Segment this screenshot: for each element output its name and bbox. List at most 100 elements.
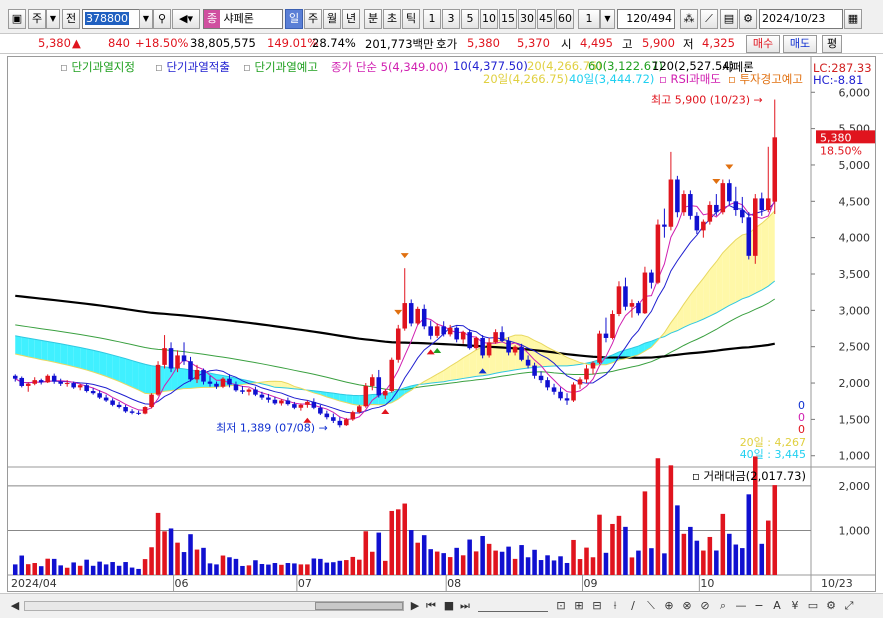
step-dropdown-icon[interactable]: ▼ bbox=[600, 9, 615, 29]
stock-code-input[interactable]: 378800 bbox=[82, 9, 140, 29]
volume: 38,805,575 bbox=[190, 36, 256, 50]
signal-arrow-icon bbox=[433, 347, 442, 353]
volume-bar bbox=[331, 562, 336, 575]
rewind-icon[interactable]: ⏮ bbox=[424, 598, 438, 614]
fork-tool-icon[interactable]: ¥ bbox=[788, 598, 802, 614]
buy-button[interactable]: 매수 bbox=[746, 35, 780, 53]
legend-item[interactable]: 20일(4,266.75) bbox=[483, 71, 568, 87]
date-field[interactable]: 2024/10/23 bbox=[759, 9, 843, 29]
price-tick-label: 4,000 bbox=[839, 232, 871, 245]
candle-body bbox=[253, 389, 258, 395]
hline-tool-icon[interactable]: — bbox=[734, 598, 748, 614]
stock-name-field[interactable]: 종 샤페론 bbox=[203, 9, 283, 29]
legend-item[interactable]: 종가 단순 5(4,349.00) bbox=[331, 59, 448, 75]
candle-body bbox=[363, 385, 369, 407]
candle-body bbox=[649, 272, 654, 283]
scroll-right-icon[interactable]: ▶ bbox=[408, 598, 422, 614]
band-segment bbox=[67, 344, 74, 367]
save-icon[interactable]: ▤ bbox=[720, 9, 738, 29]
top-toolbar: ▣ 주 ▼ 전 378800 ▼ ⚲ ◀▾ 종 샤페론 일주월년분초틱 1351… bbox=[0, 0, 883, 34]
calendar-icon[interactable]: ▦ bbox=[844, 9, 862, 29]
code-dropdown-icon[interactable]: ▼ bbox=[139, 9, 153, 29]
box2-tool-icon[interactable]: ▭ bbox=[806, 598, 820, 614]
step-field[interactable]: 1 bbox=[578, 9, 600, 29]
search-icon[interactable]: ⚲ bbox=[153, 9, 171, 29]
volume-bar bbox=[681, 533, 687, 575]
period-button-4[interactable]: 분 bbox=[364, 9, 382, 29]
candle-body bbox=[675, 179, 680, 213]
volume-bar bbox=[649, 548, 654, 575]
legend-item[interactable]: ▫ RSI과매도 bbox=[659, 71, 721, 87]
expand-tool-icon[interactable]: ⤢ bbox=[842, 598, 856, 614]
prev-button[interactable]: 전 bbox=[62, 9, 80, 29]
volume-bar bbox=[25, 564, 31, 575]
sell-button[interactable]: 매도 bbox=[783, 35, 817, 53]
signal-arrow-icon bbox=[400, 253, 409, 259]
candle-body bbox=[220, 378, 226, 387]
legend-item[interactable]: ▫ 단기과열예고 bbox=[243, 59, 318, 75]
fib-tool-icon[interactable]: ⟊ bbox=[608, 598, 622, 614]
draw-tool-icon[interactable]: ⟋ bbox=[700, 9, 718, 29]
interval-button-60[interactable]: 60 bbox=[556, 9, 574, 29]
zoom-tool-icon[interactable]: ⌕ bbox=[716, 598, 730, 614]
interval-button-15[interactable]: 15 bbox=[499, 9, 517, 29]
candle-body bbox=[149, 394, 154, 408]
legend-item[interactable]: ▫ 단기과열적출 bbox=[155, 59, 230, 75]
max-price-label: 최고 5,900 (10/23) → bbox=[651, 94, 763, 107]
circle-tool-icon[interactable]: ⊗ bbox=[680, 598, 694, 614]
rect-tool-icon[interactable]: ⊟ bbox=[590, 598, 604, 614]
chart-area[interactable]: 6,000 5,500 5,000 4,500 4,000 3,500 3,000 2,500… bbox=[7, 56, 876, 592]
period-button-2[interactable]: 월 bbox=[323, 9, 341, 29]
candle-body bbox=[434, 326, 440, 336]
volume-bar bbox=[765, 520, 771, 575]
scroll-left-icon[interactable]: ◀ bbox=[8, 598, 22, 614]
stop-icon[interactable]: ■ bbox=[442, 598, 456, 614]
interval-button-30[interactable]: 30 bbox=[518, 9, 536, 29]
candle-count-field[interactable]: 120/494 bbox=[617, 9, 675, 29]
gear-icon[interactable]: ⚙ bbox=[739, 9, 757, 29]
bid-label: 호가 bbox=[436, 37, 458, 51]
period-button-0[interactable]: 일 bbox=[285, 9, 303, 29]
interval-button-10[interactable]: 10 bbox=[480, 9, 498, 29]
candle-body bbox=[727, 183, 732, 202]
minus-icon[interactable]: − bbox=[752, 598, 766, 614]
interval-button-45[interactable]: 45 bbox=[537, 9, 555, 29]
market-button[interactable]: 주 bbox=[28, 9, 46, 29]
sound-icon[interactable]: ◀▾ bbox=[172, 9, 200, 29]
legend-item[interactable]: ▫ 투자경고예고 bbox=[728, 71, 803, 87]
period-button-6[interactable]: 틱 bbox=[402, 9, 420, 29]
grid-icon[interactable]: ⁂ bbox=[680, 9, 698, 29]
window-menu-icon[interactable]: ▣ bbox=[8, 9, 26, 29]
line-tool-icon[interactable]: ∕ bbox=[626, 598, 640, 614]
forward-icon[interactable]: ⏭ bbox=[458, 598, 472, 614]
market-dropdown-icon[interactable]: ▼ bbox=[46, 9, 60, 29]
ask-price: 5,380 bbox=[467, 36, 500, 50]
period-button-3[interactable]: 년 bbox=[342, 9, 360, 29]
interval-button-5[interactable]: 5 bbox=[461, 9, 479, 29]
scrollbar-thumb[interactable] bbox=[315, 602, 403, 610]
legend-item[interactable]: ▫ 단기과열지정 bbox=[60, 59, 135, 75]
period-button-5[interactable]: 초 bbox=[383, 9, 401, 29]
interval-button-3[interactable]: 3 bbox=[442, 9, 460, 29]
legend-label: ▫ 투자경고예고 bbox=[728, 72, 803, 86]
band-segment bbox=[80, 347, 87, 371]
ray-tool-icon[interactable]: ⟍ bbox=[644, 598, 658, 614]
settings-tool-icon[interactable]: ⚙ bbox=[824, 598, 838, 614]
eval-button[interactable]: 평 bbox=[822, 35, 842, 53]
interval-button-1[interactable]: 1 bbox=[423, 9, 441, 29]
volume-bar bbox=[32, 563, 37, 575]
select-tool-icon[interactable]: ⊡ bbox=[554, 598, 568, 614]
ellipse-tool-icon[interactable]: ⊘ bbox=[698, 598, 712, 614]
scrollbar-track[interactable] bbox=[24, 601, 404, 611]
legend-item[interactable]: 40일(3,444.72) bbox=[569, 71, 654, 87]
zoom-slider[interactable] bbox=[478, 600, 548, 612]
period-button-1[interactable]: 주 bbox=[304, 9, 322, 29]
candle-body bbox=[129, 411, 135, 413]
text-tool-icon[interactable]: A bbox=[770, 598, 784, 614]
volume-bar bbox=[214, 564, 219, 575]
candle-body bbox=[331, 417, 336, 421]
candle-body bbox=[681, 194, 687, 213]
price-volume-chart[interactable]: 6,0005,5005,0004,5004,0003,5003,0002,500… bbox=[8, 57, 875, 591]
cross-tool-icon[interactable]: ⊕ bbox=[662, 598, 676, 614]
box-tool-icon[interactable]: ⊞ bbox=[572, 598, 586, 614]
